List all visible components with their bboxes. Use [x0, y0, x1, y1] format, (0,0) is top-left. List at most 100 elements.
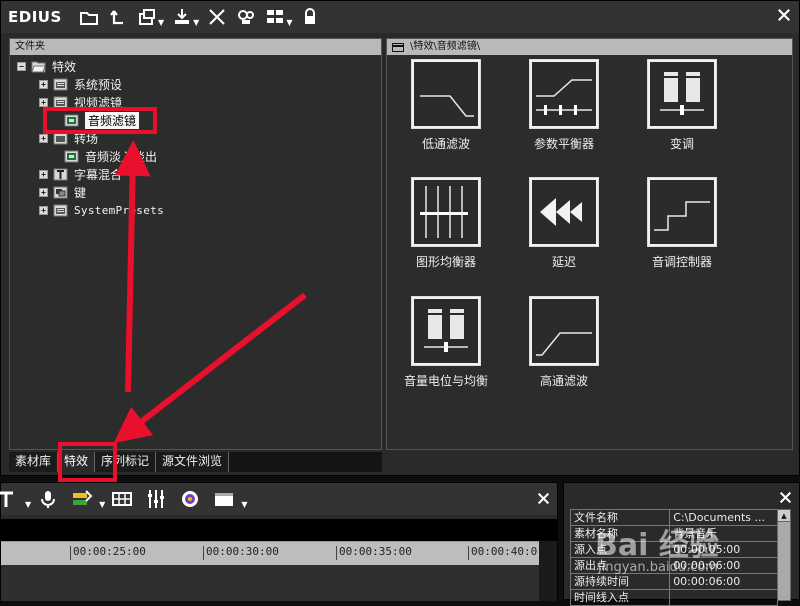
- annotation-box-effects-tab: [58, 442, 117, 482]
- info-key: 时间线入点: [569, 589, 671, 606]
- expand-icon[interactable]: +: [39, 187, 48, 197]
- timeline-ruler[interactable]: 00:00:25:00 00:00:30:00 00:00:35:00 00:0…: [1, 541, 541, 565]
- edius-app: EDIUS ▼ ▼ ▼ 文件夹 − 特效 + 系统预设 + 视频滤镜 音频滤镜 …: [0, 0, 800, 606]
- volume-graphic: [424, 309, 468, 352]
- tab-source-browser[interactable]: 源文件浏览: [156, 452, 230, 472]
- folder-icon: [53, 204, 68, 217]
- effect-highpass[interactable]: 高通滤波: [509, 296, 619, 389]
- open-folder-icon: [31, 60, 46, 73]
- import-icon[interactable]: [170, 5, 194, 29]
- tone-graphic: [654, 201, 710, 231]
- timeline-scrollbar[interactable]: [539, 541, 557, 601]
- tree-item-label: SystemPresets: [74, 203, 164, 217]
- effect-thumbnail: [411, 296, 481, 366]
- effect-thumbnail: [529, 296, 599, 366]
- view-dropdown-icon[interactable]: ▼: [286, 18, 292, 27]
- mic-icon[interactable]: [37, 487, 59, 511]
- highpass-graphic: [536, 332, 592, 356]
- effect-label: 延迟: [551, 255, 576, 269]
- expand-icon[interactable]: +: [39, 205, 48, 215]
- effect-label: 音调控制器: [651, 255, 712, 269]
- effect-label: 高通滤波: [539, 374, 588, 388]
- folder-panel: 文件夹 − 特效 + 系统预设 + 视频滤镜 音频滤镜 + 转场 音频淡入淡出 …: [9, 38, 382, 450]
- lowpass-graphic: [420, 95, 474, 117]
- window-icon[interactable]: [213, 487, 235, 511]
- app-brand: EDIUS: [8, 8, 62, 26]
- timeline-toolbar: ▼ ▼ ▼: [0, 483, 557, 515]
- window-dropdown-icon[interactable]: ▼: [241, 500, 247, 509]
- expand-icon[interactable]: +: [39, 133, 48, 143]
- grid-icon[interactable]: [111, 487, 133, 511]
- tab-bin[interactable]: 素材库: [9, 452, 59, 472]
- title-icon: [53, 168, 68, 181]
- main-toolbar: EDIUS ▼ ▼ ▼: [1, 1, 799, 33]
- effect-path: \特效\音频滤镜\: [410, 41, 481, 52]
- tree-item-system-presets-en[interactable]: + SystemPresets: [10, 201, 381, 219]
- tree-item-label: 音频淡入淡出: [85, 149, 158, 164]
- effect-thumbnail: [411, 59, 481, 129]
- effects-window: EDIUS ▼ ▼ ▼ 文件夹 − 特效 + 系统预设 + 视频滤镜 音频滤镜 …: [0, 0, 800, 476]
- expand-icon[interactable]: +: [39, 169, 48, 179]
- timeline-window: ▼ ▼ ▼ 00:00:25:00 00:00:30:00 00:00:35:0…: [0, 482, 558, 601]
- lock-icon[interactable]: [298, 5, 322, 29]
- timeline-close-icon[interactable]: [535, 490, 551, 506]
- tree-item-keys[interactable]: + 键: [10, 183, 381, 201]
- effect-panel-header: \特效\音频滤镜\: [387, 39, 792, 55]
- effect-label: 参数平衡器: [533, 137, 594, 151]
- effect-label: 音量电位与均衡: [403, 374, 488, 388]
- info-value: [669, 589, 778, 606]
- tree-item-effects[interactable]: − 特效: [10, 57, 381, 75]
- title-tool-icon[interactable]: [0, 487, 19, 511]
- effect-lowpass[interactable]: 低通滤波: [391, 59, 501, 152]
- ruler-label: 00:00:30:00: [203, 542, 279, 562]
- layout-icon[interactable]: [135, 5, 159, 29]
- delay-graphic: [540, 198, 582, 226]
- ruler-label: 00:00:25:00: [70, 542, 146, 562]
- annotation-box-audio-filters: [43, 107, 157, 134]
- search-icon[interactable]: [234, 5, 258, 29]
- insert-mode-dropdown-icon[interactable]: ▼: [99, 500, 105, 509]
- param-eq-graphic: [536, 79, 592, 115]
- window-close-icon[interactable]: [775, 6, 793, 24]
- scroll-up-icon[interactable]: ▲: [778, 510, 790, 522]
- tree-item-audio-fade[interactable]: 音频淡入淡出: [10, 147, 381, 165]
- effect-thumbnail: [647, 177, 717, 247]
- expand-icon[interactable]: +: [39, 97, 48, 107]
- effect-graphic-eq[interactable]: 图形均衡器: [391, 177, 501, 270]
- effect-label: 变调: [669, 137, 694, 151]
- color-icon[interactable]: [179, 487, 201, 511]
- effect-param-eq[interactable]: 参数平衡器: [509, 59, 619, 152]
- pitch-graphic: [660, 72, 704, 115]
- effect-panel: \特效\音频滤镜\ 低通滤波 参数平衡器 变调 图形均衡器 延迟 音调控制器 音…: [386, 38, 793, 450]
- layout-dropdown-icon[interactable]: ▼: [158, 18, 164, 27]
- expand-icon[interactable]: +: [39, 79, 48, 89]
- effect-delay[interactable]: 延迟: [509, 177, 619, 270]
- folder-panel-header: 文件夹: [10, 39, 381, 55]
- new-folder-icon[interactable]: [77, 5, 101, 29]
- effect-volume-balance[interactable]: 音量电位与均衡: [391, 296, 501, 389]
- title-tool-dropdown-icon[interactable]: ▼: [25, 500, 31, 509]
- collapse-icon[interactable]: −: [17, 61, 26, 71]
- info-scrollbar[interactable]: ▲: [777, 509, 791, 601]
- effect-thumbnail: [529, 59, 599, 129]
- insert-mode-icon[interactable]: [71, 487, 93, 511]
- ruler-label: 00:00:40:0: [467, 542, 537, 562]
- baidu-watermark-url: jingyan.baidu.com: [598, 560, 718, 575]
- baidu-watermark: Bai 经验: [595, 528, 719, 563]
- mixer-icon[interactable]: [145, 487, 167, 511]
- audio-folder-icon: [64, 150, 79, 163]
- timeline-tracks[interactable]: [1, 565, 541, 601]
- tree-item-system-presets[interactable]: + 系统预设: [10, 75, 381, 93]
- delete-icon[interactable]: [205, 5, 229, 29]
- info-key: 源持续时间: [569, 573, 671, 590]
- tree-item-title-mix[interactable]: + 字幕混合: [10, 165, 381, 183]
- import-dropdown-icon[interactable]: ▼: [193, 18, 199, 27]
- effect-thumbnail: [529, 177, 599, 247]
- info-close-icon[interactable]: [777, 489, 793, 505]
- up-folder-icon[interactable]: [106, 5, 130, 29]
- view-icon[interactable]: [263, 5, 287, 29]
- folder-tree: − 特效 + 系统预设 + 视频滤镜 音频滤镜 + 转场 音频淡入淡出 + 字幕…: [10, 55, 381, 219]
- effect-tone-control[interactable]: 音调控制器: [627, 177, 737, 270]
- effect-pitch[interactable]: 变调: [627, 59, 737, 152]
- info-value: 00:00:06:00: [669, 573, 778, 590]
